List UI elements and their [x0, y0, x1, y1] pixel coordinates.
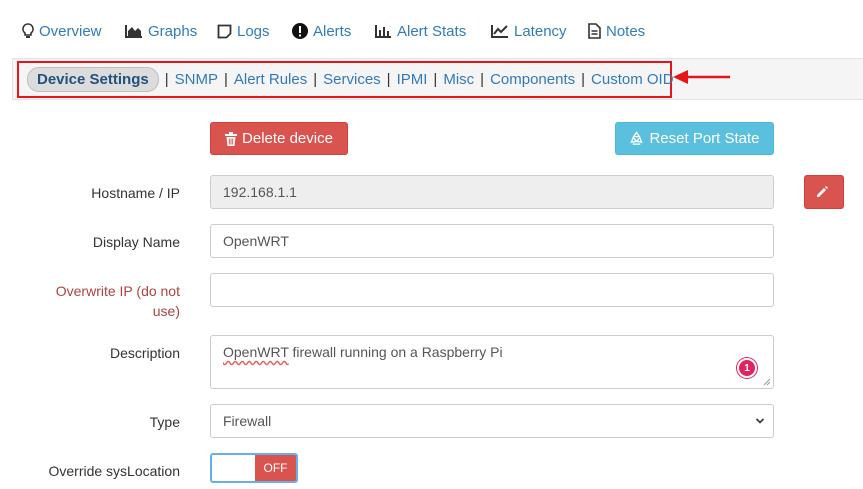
subnav-ipmi[interactable]: IPMI	[397, 71, 428, 88]
tab-alerts[interactable]: Alerts	[292, 20, 351, 42]
subnav-separator: |	[386, 71, 391, 88]
settings-subnav: Device Settings | SNMP | Alert Rules | S…	[27, 67, 674, 92]
bar-chart-icon	[375, 25, 391, 38]
tab-latency[interactable]: Latency	[491, 20, 567, 42]
subnav-separator: |	[581, 71, 586, 88]
description-text: firewall running on a Raspberry Pi	[288, 344, 503, 360]
edit-hostname-button[interactable]	[804, 175, 844, 209]
sticky-note-icon	[217, 24, 232, 38]
tab-alert-stats[interactable]: Alert Stats	[375, 20, 466, 42]
subnav-snmp[interactable]: SNMP	[175, 71, 218, 88]
overwrite-ip-label-line2: use)	[152, 303, 180, 319]
subnav-separator: |	[313, 71, 318, 88]
annotation-arrow-icon	[673, 70, 730, 84]
tab-label: Notes	[606, 22, 646, 40]
spellcheck-badge[interactable]: 1	[737, 358, 757, 378]
type-select[interactable]: Firewall	[210, 404, 774, 438]
trash-icon	[225, 131, 238, 146]
delete-device-button[interactable]: Delete device	[210, 122, 348, 155]
subnav-separator: |	[164, 71, 169, 88]
overwrite-ip-field[interactable]	[210, 273, 774, 307]
override-syslocation-toggle[interactable]: OFF	[210, 453, 298, 483]
tab-notes[interactable]: Notes	[588, 20, 645, 42]
display-name-value: OpenWRT	[223, 233, 289, 249]
subnav-device-settings[interactable]: Device Settings	[27, 67, 159, 92]
tab-graphs[interactable]: Graphs	[125, 20, 197, 42]
type-selected-value: Firewall	[223, 413, 272, 429]
subnav-separator: |	[480, 71, 485, 88]
description-label: Description	[109, 345, 180, 361]
display-name-field[interactable]: OpenWRT	[210, 224, 774, 258]
tab-label: Alert Stats	[397, 22, 467, 40]
delete-device-label: Delete device	[242, 130, 333, 147]
resize-handle-icon[interactable]	[762, 377, 771, 386]
description-textarea[interactable]: OpenWRT firewall running on a Raspberry …	[210, 335, 774, 389]
subnav-misc[interactable]: Misc	[443, 71, 474, 88]
chevron-down-icon	[755, 418, 765, 424]
subnav-separator: |	[223, 71, 228, 88]
subnav-custom-oid[interactable]: Custom OID	[591, 71, 674, 88]
device-tabs: Overview Graphs Logs Alerts Alert Stats …	[0, 0, 863, 60]
display-name-label: Display Name	[92, 234, 180, 250]
tab-overview[interactable]: Overview	[22, 20, 102, 42]
tab-logs[interactable]: Logs	[217, 20, 270, 42]
lightbulb-icon	[22, 23, 34, 38]
recycle-icon	[630, 131, 644, 145]
hostname-field[interactable]: 192.168.1.1	[210, 175, 774, 209]
area-chart-icon	[125, 25, 142, 38]
description-value: OpenWRT firewall running on a Raspberry …	[223, 344, 503, 360]
subnav-separator: |	[433, 71, 438, 88]
toggle-state: OFF	[255, 455, 296, 481]
reset-port-state-label: Reset Port State	[649, 130, 760, 147]
overwrite-ip-label-line1: Overwrite IP (do not	[55, 283, 180, 299]
subnav-services[interactable]: Services	[323, 71, 381, 88]
tab-label: Alerts	[313, 22, 352, 40]
file-text-icon	[588, 23, 601, 39]
subnav-components[interactable]: Components	[490, 71, 575, 88]
type-label: Type	[149, 414, 180, 430]
override-syslocation-label: Override sysLocation	[48, 463, 180, 479]
pencil-icon	[816, 186, 828, 197]
subnav-alert-rules[interactable]: Alert Rules	[234, 71, 307, 88]
hostname-label: Hostname / IP	[91, 185, 180, 201]
overwrite-ip-label: Overwrite IP (do not use)	[56, 281, 180, 321]
toggle-handle	[212, 455, 255, 481]
tab-label: Logs	[237, 22, 270, 40]
misspelled-word: OpenWRT	[223, 344, 289, 360]
line-chart-icon	[491, 25, 508, 38]
hostname-value: 192.168.1.1	[223, 184, 297, 200]
tab-label: Latency	[514, 22, 567, 40]
exclamation-circle-icon	[292, 23, 308, 39]
tab-label: Graphs	[148, 22, 198, 40]
reset-port-state-button[interactable]: Reset Port State	[615, 122, 774, 155]
tab-label: Overview	[39, 22, 102, 40]
